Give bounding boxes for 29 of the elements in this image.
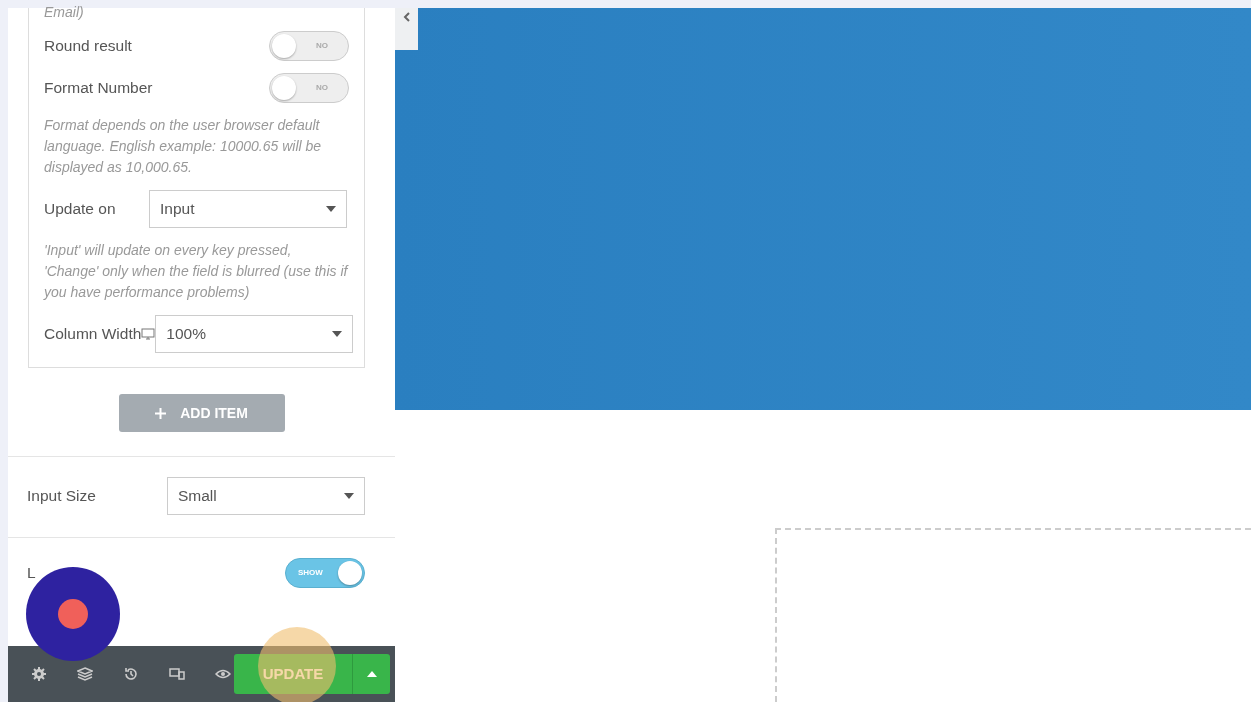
chevron-left-icon <box>402 12 411 22</box>
caret-icon <box>332 331 343 337</box>
devices-icon[interactable] <box>169 666 185 682</box>
dropdown[interactable]: 100% <box>155 315 354 353</box>
settings-icon[interactable] <box>31 666 47 682</box>
field-note: 'Input' will update on every key pressed, 'Change' only when the field is blurred (use this if you have performance problems) <box>44 241 349 302</box>
field-label: Round result <box>44 36 132 57</box>
update-button[interactable]: UPDATE <box>234 654 352 694</box>
plus-icon <box>155 407 167 419</box>
dropdown[interactable]: Small <box>167 477 365 515</box>
dropdown[interactable]: Input <box>149 190 347 228</box>
field-label: L <box>27 563 36 584</box>
toggle-switch[interactable]: NO <box>269 73 349 103</box>
layers-icon[interactable] <box>77 666 93 682</box>
field-label: Input Size <box>27 486 96 507</box>
field-note: Format depends on the user browser default language. English example: 10000.65 will be displayed as 10,000.65. <box>44 116 323 177</box>
field-label: Format Number <box>44 78 153 99</box>
history-icon[interactable] <box>123 666 139 682</box>
monitor-icon[interactable] <box>141 328 156 340</box>
caret-icon <box>366 671 377 677</box>
collapse-tab[interactable] <box>395 8 418 50</box>
caret-icon <box>326 206 336 212</box>
caret-icon <box>344 493 354 499</box>
field-label: Column Width <box>44 324 142 345</box>
field-label: Update on <box>44 199 117 220</box>
toggle-switch[interactable]: NO <box>269 31 349 61</box>
toggle-switch[interactable]: SHOW <box>285 558 365 588</box>
add-item-button[interactable]: ADD ITEM <box>118 394 285 432</box>
field-note: Email) <box>44 5 85 19</box>
